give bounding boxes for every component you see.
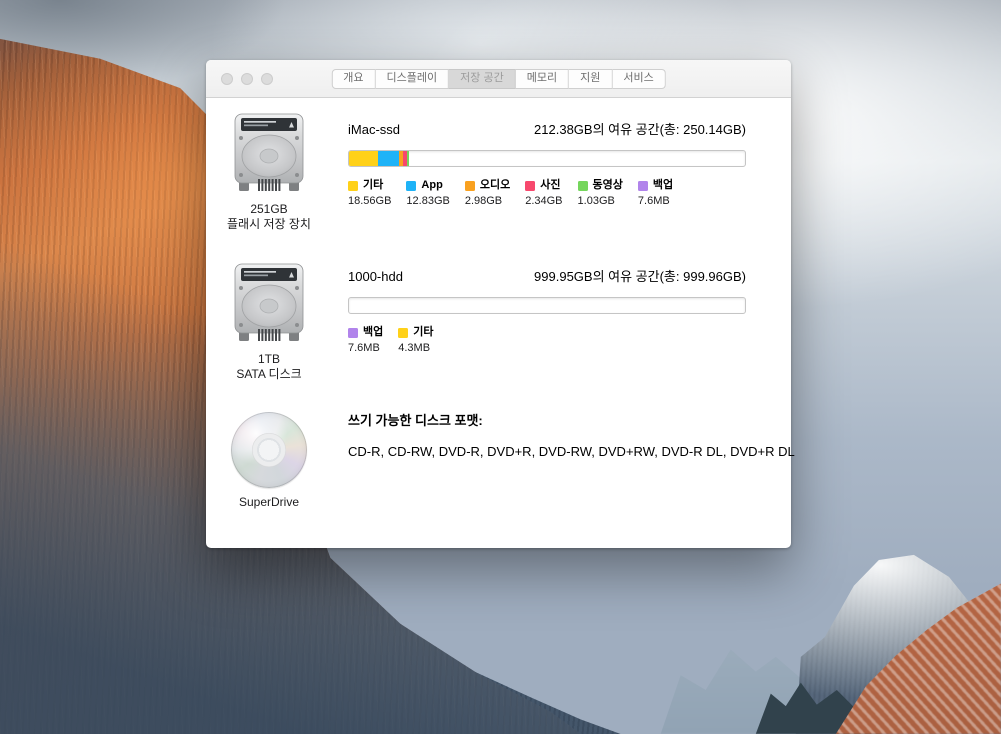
legend-label: 사진 (540, 179, 560, 192)
volume-name: iMac-ssd (348, 122, 400, 138)
minimize-button[interactable] (241, 73, 253, 85)
device-flash-storage: 251GB 플래시 저장 장치 (214, 113, 324, 232)
legend-label: 기타 (413, 326, 433, 339)
legend-item: 백업 7.6MB (638, 179, 673, 208)
storage-legend: 기타 18.56GB App 12.83GB 오디오 2.98GB 사진 2.34GB 동영상 1… (348, 179, 746, 208)
legend-label: 백업 (653, 179, 673, 192)
legend-size: 2.98GB (465, 195, 510, 208)
usage-segment (407, 151, 409, 166)
writable-formats-list: CD-R, CD-RW, DVD-R, DVD+R, DVD-RW, DVD+R… (348, 444, 746, 460)
volume-section-1000-hdd: 1000-hdd 999.95GB의 여유 공간(총: 999.96GB) 백업… (348, 269, 746, 355)
legend-size: 2.34GB (525, 195, 562, 208)
tab-service[interactable]: 서비스 (612, 69, 665, 89)
tab-bar: 개요디스플레이저장 공간메모리지원서비스 (331, 69, 665, 89)
usage-segment (378, 151, 398, 166)
legend-size: 18.56GB (348, 195, 391, 208)
title-bar: 개요디스플레이저장 공간메모리지원서비스 (206, 60, 791, 98)
legend-label: 기타 (363, 179, 383, 192)
legend-item: App 12.83GB (406, 179, 449, 208)
device-label: 251GB 플래시 저장 장치 (214, 202, 324, 232)
device-sata-disk: 1TB SATA 디스크 (214, 263, 324, 382)
writable-formats-title: 쓰기 가능한 디스크 포맷: (348, 413, 746, 429)
legend-item: 기타 4.3MB (398, 326, 433, 355)
device-capacity: 251GB (214, 202, 324, 217)
tab-support[interactable]: 지원 (569, 69, 612, 89)
device-superdrive: SuperDrive (214, 412, 324, 510)
tab-displays[interactable]: 디스플레이 (376, 69, 450, 89)
legend-item: 백업 7.6MB (348, 326, 383, 355)
optical-section: 쓰기 가능한 디스크 포맷: CD-R, CD-RW, DVD-R, DVD+R… (348, 413, 746, 460)
tab-overview[interactable]: 개요 (331, 69, 375, 89)
volume-section-imac-ssd: iMac-ssd 212.38GB의 여유 공간(총: 250.14GB) 기타… (348, 122, 746, 208)
device-capacity: 1TB (214, 352, 324, 367)
legend-swatch-icon (525, 181, 535, 191)
legend-swatch-icon (578, 181, 588, 191)
about-this-mac-window: 개요디스플레이저장 공간메모리지원서비스 (206, 60, 791, 548)
tab-storage[interactable]: 저장 공간 (449, 69, 516, 89)
hard-drive-icon (232, 113, 306, 195)
legend-swatch-icon (638, 181, 648, 191)
zoom-button[interactable] (261, 73, 273, 85)
legend-item: 오디오 2.98GB (465, 179, 510, 208)
legend-swatch-icon (348, 328, 358, 338)
legend-size: 1.03GB (578, 195, 623, 208)
free-space-text: 999.95GB의 여유 공간(총: 999.96GB) (534, 269, 746, 285)
traffic-lights (221, 73, 273, 85)
storage-usage-bar (348, 297, 746, 314)
legend-item: 기타 18.56GB (348, 179, 391, 208)
legend-swatch-icon (406, 181, 416, 191)
device-label: SuperDrive (214, 495, 324, 510)
legend-label: 백업 (363, 326, 383, 339)
legend-item: 사진 2.34GB (525, 179, 562, 208)
legend-size: 7.6MB (348, 342, 383, 355)
legend-item: 동영상 1.03GB (578, 179, 623, 208)
device-name: SuperDrive (214, 495, 324, 510)
legend-swatch-icon (348, 181, 358, 191)
legend-label: 동영상 (593, 179, 623, 192)
hard-drive-icon (232, 263, 306, 345)
device-type: SATA 디스크 (214, 367, 324, 382)
device-type: 플래시 저장 장치 (214, 217, 324, 232)
usage-segment (349, 151, 378, 166)
tab-memory[interactable]: 메모리 (516, 69, 569, 89)
legend-swatch-icon (465, 181, 475, 191)
volume-name: 1000-hdd (348, 269, 403, 285)
device-label: 1TB SATA 디스크 (214, 352, 324, 382)
legend-label: App (421, 179, 442, 192)
storage-usage-bar (348, 150, 746, 167)
free-space-text: 212.38GB의 여유 공간(총: 250.14GB) (534, 122, 746, 138)
storage-legend: 백업 7.6MB 기타 4.3MB (348, 326, 746, 355)
legend-size: 4.3MB (398, 342, 433, 355)
close-button[interactable] (221, 73, 233, 85)
optical-disc-icon (231, 412, 307, 488)
legend-size: 12.83GB (406, 195, 449, 208)
legend-label: 오디오 (480, 179, 510, 192)
legend-size: 7.6MB (638, 195, 673, 208)
legend-swatch-icon (398, 328, 408, 338)
